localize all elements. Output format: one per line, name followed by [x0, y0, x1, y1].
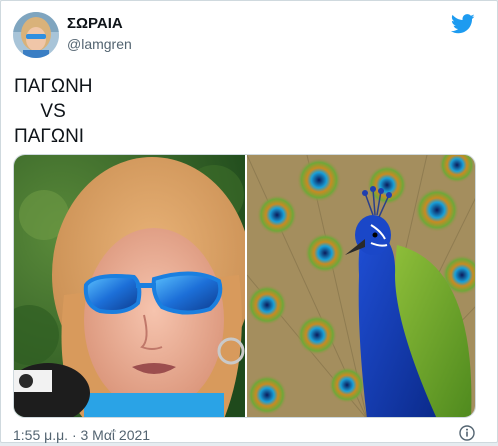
info-icon[interactable] [459, 425, 475, 441]
tweet-card: ΣΩΡΑΙΑ @lamgren ΠΑΓΩΝΗ VS ΠΑΓΩΝΙ 1:55 μ.… [0, 0, 498, 443]
tweet-timestamp[interactable]: 1:55 μ.μ. · 3 Μαΐ 2021 [13, 427, 150, 443]
tweet-text: ΠΑΓΩΝΗ VS ΠΑΓΩΝΙ [14, 74, 93, 149]
tweet-line-2: VS [14, 101, 66, 122]
display-name[interactable]: ΣΩΡΑΙΑ [67, 15, 123, 32]
photo-woman-blue-sunglasses[interactable] [14, 155, 252, 417]
twitter-bird-icon[interactable] [450, 14, 475, 34]
media-grid [13, 154, 476, 418]
user-handle[interactable]: @lamgren [67, 36, 132, 52]
tweet-line-3: ΠΑΓΩΝΙ [14, 126, 85, 147]
tweet-line-1: ΠΑΓΩΝΗ [14, 76, 93, 97]
avatar[interactable] [13, 12, 59, 58]
photo-peacock[interactable] [246, 155, 475, 417]
